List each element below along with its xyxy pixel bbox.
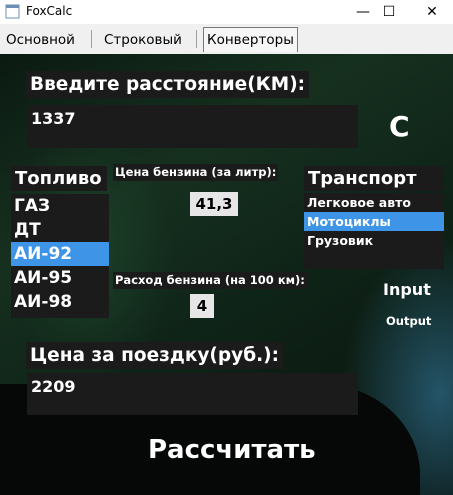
- fuel-option[interactable]: ГАЗ: [11, 194, 109, 218]
- fuel-listbox[interactable]: ГАЗ ДТ АИ-92 АИ-95 АИ-98: [11, 194, 109, 318]
- transport-option[interactable]: Грузовик: [304, 231, 444, 250]
- trip-cost-output: 2209: [27, 373, 358, 415]
- maximize-button[interactable]: ☐: [371, 0, 407, 24]
- app-icon: [5, 4, 20, 19]
- transport-option[interactable]: Легковое авто: [304, 193, 444, 212]
- input-button[interactable]: Input: [383, 280, 431, 299]
- transport-label: Транспорт: [304, 166, 444, 191]
- tab-string[interactable]: Строковый: [101, 29, 185, 51]
- price-label: Цена бензина (за литр):: [113, 164, 279, 181]
- fuel-option[interactable]: ДТ: [11, 218, 109, 242]
- consumption-label: Расход бензина (на 100 км):: [113, 272, 307, 289]
- window-title: FoxCalc: [26, 4, 73, 18]
- title-bar: FoxCalc — ☐ ✕: [0, 0, 453, 24]
- tab-main[interactable]: Основной: [3, 29, 78, 51]
- tab-separator: [91, 30, 92, 48]
- trip-cost-label: Цена за поездку(руб.):: [26, 342, 283, 369]
- distance-input[interactable]: 1337: [27, 105, 358, 148]
- maximize-icon: ☐: [382, 4, 396, 20]
- fuel-option[interactable]: АИ-95: [11, 266, 109, 290]
- tab-converters[interactable]: Конверторы: [203, 27, 298, 52]
- consumption-input[interactable]: 4: [190, 294, 214, 318]
- close-icon: ✕: [426, 4, 438, 20]
- transport-option-selected[interactable]: Мотоциклы: [304, 212, 444, 231]
- fuel-option[interactable]: АИ-98: [11, 290, 109, 314]
- fuel-option-selected[interactable]: АИ-92: [11, 242, 109, 266]
- tab-separator: [196, 30, 197, 48]
- transport-listbox[interactable]: Легковое авто Мотоциклы Грузовик: [304, 193, 444, 269]
- fuel-label: Топливо: [11, 166, 107, 191]
- close-button[interactable]: ✕: [414, 0, 450, 24]
- tab-bar: Основной Строковый Конверторы: [0, 24, 453, 54]
- distance-label: Введите расстояние(КМ):: [26, 71, 310, 98]
- minimize-icon: —: [356, 4, 370, 20]
- converter-panel: Введите расстояние(КМ): 1337 C Топливо Г…: [0, 54, 453, 495]
- output-button[interactable]: Output: [386, 314, 431, 328]
- calculate-button[interactable]: Рассчитать: [148, 435, 316, 465]
- clear-button[interactable]: C: [389, 110, 410, 143]
- price-input[interactable]: 41,3: [190, 192, 238, 216]
